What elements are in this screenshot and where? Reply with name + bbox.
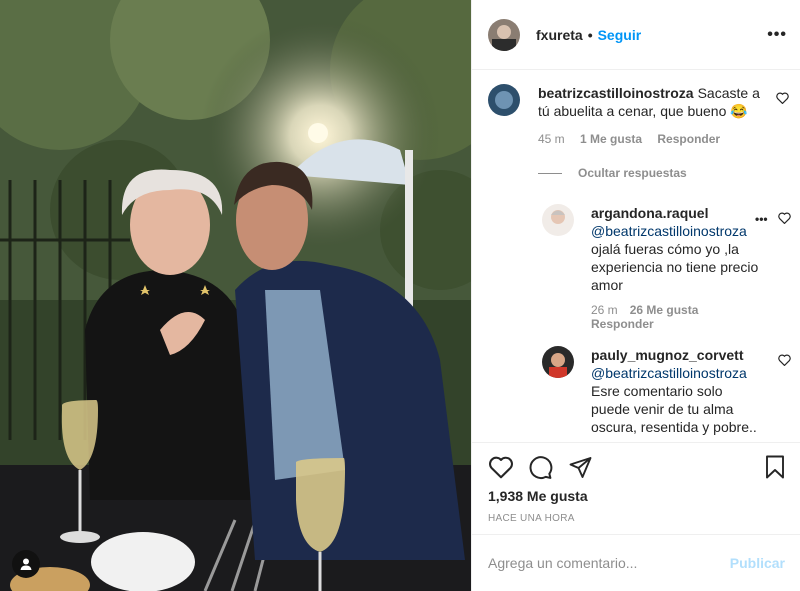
add-comment-bar: Publicar [472, 534, 800, 591]
reply-username[interactable]: pauly_mugnoz_corvett [591, 346, 759, 364]
reply-body: pauly_mugnoz_corvett @beatrizcastilloino… [591, 346, 763, 436]
reply-avatar[interactable] [542, 204, 574, 236]
comment-username[interactable]: beatrizcastilloinostroza [538, 85, 694, 101]
author-avatar-image [488, 18, 520, 51]
reply-item: pauly_mugnoz_corvett @beatrizcastilloino… [591, 346, 763, 436]
reply-button[interactable]: Responder [591, 317, 654, 331]
bookmark-icon[interactable] [764, 455, 786, 479]
reply-avatar[interactable] [542, 346, 574, 378]
reply-text: ojalá fueras cómo yo ,la experiencia no … [591, 241, 759, 293]
hide-replies-toggle[interactable]: Ocultar respuestas [538, 166, 687, 180]
comment-like-heart-icon[interactable] [776, 92, 789, 104]
likes-count[interactable]: 1,938 Me gusta [488, 488, 588, 504]
reply-avatar-image [542, 204, 574, 236]
reply-time[interactable]: 26 m [591, 303, 618, 317]
photo-illustration [0, 0, 471, 591]
more-options-icon[interactable]: ••• [767, 26, 787, 44]
person-glyph [20, 558, 32, 570]
reply-avatar-image [542, 346, 574, 378]
commenter-avatar[interactable] [488, 84, 520, 116]
author-username[interactable]: fxureta [536, 27, 583, 43]
post-photo[interactable] [0, 0, 471, 591]
comment-icon[interactable] [528, 455, 553, 480]
post-actions: 1,938 Me gusta HACE UNA HORA [472, 442, 800, 536]
reply-mention[interactable]: @beatrizcastilloinostroza [591, 222, 763, 240]
separator-dot: • [587, 26, 593, 43]
reply-likes[interactable]: 26 Me gusta [630, 303, 699, 317]
reply-like-heart-icon[interactable] [778, 354, 791, 366]
comment-body: beatrizcastilloinostroza Sacaste a tú abu… [538, 84, 764, 120]
reply-meta: 26 m 26 Me gusta Responder [591, 303, 763, 331]
reply-mention[interactable]: @beatrizcastilloinostroza [591, 364, 763, 382]
reply-like-heart-icon[interactable] [778, 212, 791, 224]
heart-icon[interactable] [488, 455, 514, 479]
author-avatar[interactable] [488, 18, 520, 51]
reply-item: argandona.raquel @beatrizcastilloinostro… [591, 204, 763, 331]
post-header: fxureta • Seguir ••• [472, 0, 800, 70]
share-icon[interactable] [568, 455, 593, 479]
reply-text: Esre comentario solo puede venir de tu a… [591, 383, 757, 435]
comments-list[interactable]: beatrizcastilloinostroza Sacaste a tú abu… [472, 70, 800, 442]
comment-input[interactable] [488, 555, 730, 571]
comment-meta: 45 m 1 Me gusta Responder [538, 132, 732, 146]
publish-button[interactable]: Publicar [730, 555, 785, 571]
comment-likes[interactable]: 1 Me gusta [580, 132, 642, 146]
commenter-avatar-image [488, 84, 520, 116]
post-timestamp[interactable]: HACE UNA HORA [488, 513, 575, 524]
follow-button[interactable]: Seguir [598, 27, 642, 43]
hide-replies-line [538, 172, 562, 174]
reply-more-icon[interactable]: ••• [752, 212, 768, 226]
hide-replies-label: Ocultar respuestas [578, 166, 687, 180]
post-detail-panel: fxureta • Seguir ••• beatrizcastilloinos… [471, 0, 800, 591]
reply-button[interactable]: Responder [657, 132, 720, 146]
comment-time[interactable]: 45 m [538, 132, 565, 146]
reply-username[interactable]: argandona.raquel [591, 204, 759, 222]
reply-body: argandona.raquel @beatrizcastilloinostro… [591, 204, 763, 294]
user-tag-icon[interactable] [12, 550, 40, 578]
comment-item: beatrizcastilloinostroza Sacaste a tú abu… [538, 84, 764, 120]
